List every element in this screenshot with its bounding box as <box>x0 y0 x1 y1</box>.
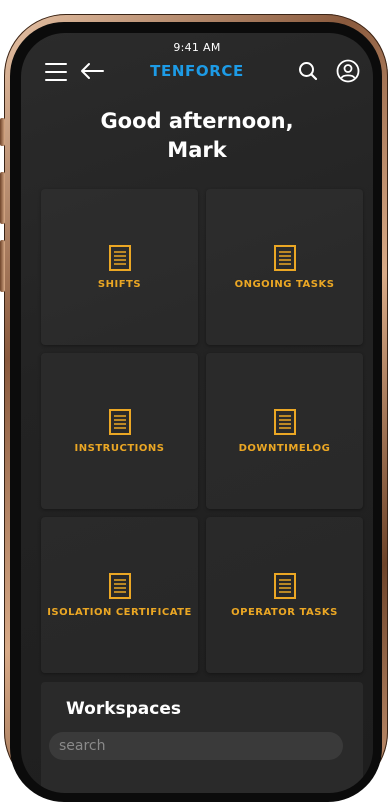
workspaces-title: Workspaces <box>66 699 181 719</box>
tile-label: ISOLATION CERTIFICATE <box>47 606 192 618</box>
tile-operator-tasks[interactable]: OPERATOR TASKS <box>206 517 363 673</box>
search-icon[interactable] <box>297 60 319 82</box>
side-button-volume-up <box>0 172 5 224</box>
document-icon <box>108 244 131 271</box>
tile-ongoing-tasks[interactable]: ONGOING TASKS <box>206 189 363 345</box>
tile-label: INSTRUCTIONS <box>74 442 165 454</box>
document-icon <box>108 408 131 435</box>
document-icon <box>273 408 296 435</box>
greeting-heading: Good afternoon, Mark <box>21 107 373 165</box>
side-button-mute <box>0 118 5 146</box>
tile-isolation-certificate[interactable]: ISOLATION CERTIFICATE <box>41 517 198 673</box>
tile-label: SHIFTS <box>97 278 142 290</box>
tile-downtimelog[interactable]: DOWNTIMELOG <box>206 353 363 509</box>
document-icon <box>273 244 296 271</box>
user-icon[interactable] <box>336 59 360 83</box>
tile-label: ONGOING TASKS <box>234 278 335 290</box>
workspace-search-input[interactable] <box>49 732 343 760</box>
side-button-volume-down <box>0 240 5 292</box>
tile-instructions[interactable]: INSTRUCTIONS <box>41 353 198 509</box>
status-time: 9:41 AM <box>173 41 221 54</box>
tile-shifts[interactable]: SHIFTS <box>41 189 198 345</box>
greeting-user-name: Mark <box>167 138 227 162</box>
greeting-line: Good afternoon, <box>100 109 294 133</box>
document-icon <box>108 572 131 599</box>
tile-label: DOWNTIMELOG <box>238 442 331 454</box>
brand-logo: TENFORCE <box>150 62 244 80</box>
document-icon <box>273 572 296 599</box>
tile-label: OPERATOR TASKS <box>231 606 338 618</box>
workspaces-panel: Workspaces <box>41 682 363 793</box>
app-screen: 9:41 AM TENFORCE Good afternoon, Mark SH… <box>21 33 373 793</box>
